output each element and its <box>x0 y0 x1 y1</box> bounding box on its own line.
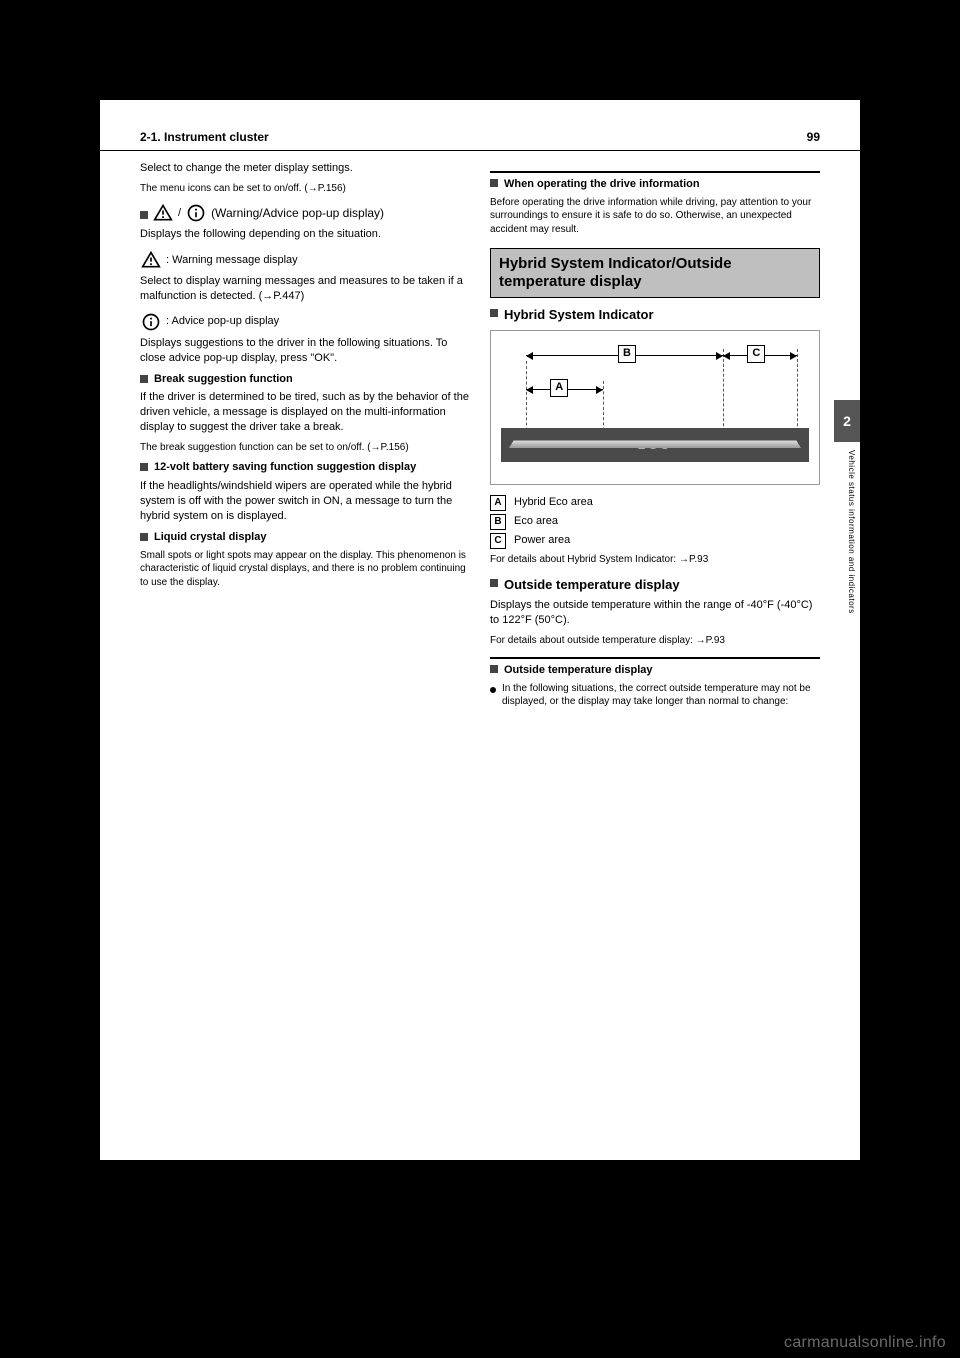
hsi-note: For details about Hybrid System Indicato… <box>490 553 820 567</box>
desc-row-b: B Eco area <box>490 514 820 530</box>
info-circle-icon <box>140 312 162 332</box>
chapter-tab: 2 <box>834 400 860 442</box>
info-circle-icon <box>185 203 207 223</box>
advice-label-text: : Advice pop-up display <box>166 314 279 329</box>
diagram-label-c: C <box>747 345 765 363</box>
manual-page: 2-1. Instrument cluster 99 2 Vehicle sta… <box>100 100 860 1160</box>
desc-row-c: C Power area <box>490 533 820 549</box>
caution-block: When operating the drive information Bef… <box>490 171 820 236</box>
warning-triangle-icon <box>152 203 174 223</box>
square-bullet-icon <box>490 309 498 317</box>
watermark: carmanualsonline.info <box>784 1334 946 1352</box>
label-mark-c: C <box>490 533 506 549</box>
page-number: 99 <box>807 130 820 144</box>
left-column: Select to change the meter display setti… <box>140 161 470 713</box>
outside-description: Displays the outside temperature within … <box>490 598 820 628</box>
outside-heading-text: Outside temperature display <box>504 576 680 594</box>
battery-description: If the headlights/windshield wipers are … <box>140 479 470 524</box>
temp-info-heading-text: Outside temperature display <box>504 663 653 678</box>
break-heading-text: Break suggestion function <box>154 372 293 387</box>
warning-triangle-icon <box>140 250 162 270</box>
square-bullet-icon <box>140 533 148 541</box>
caution-heading-text: When operating the drive information <box>504 177 700 192</box>
temp-info-heading: Outside temperature display <box>490 663 820 678</box>
square-bullet-icon <box>490 179 498 187</box>
battery-heading-text: 12-volt battery saving function suggesti… <box>154 460 416 475</box>
warning-label-text: : Warning message display <box>166 253 298 268</box>
outside-temp-heading: Outside temperature display <box>490 576 820 594</box>
icons-intro-text: Displays the following depending on the … <box>140 227 470 242</box>
disc-bullet-icon <box>490 687 496 693</box>
hsi-heading: Hybrid System Indicator <box>490 306 820 324</box>
label-mark-b: B <box>490 514 506 530</box>
temp-bullet-text: In the following situations, the correct… <box>502 682 820 709</box>
temp-info-bullet: In the following situations, the correct… <box>490 682 820 709</box>
lcd-heading: Liquid crystal display <box>140 530 470 545</box>
battery-heading: 12-volt battery saving function suggesti… <box>140 460 470 475</box>
lcd-description: Small spots or light spots may appear on… <box>140 549 470 590</box>
square-bullet-icon <box>140 211 148 219</box>
warning-advice-heading-text: (Warning/Advice pop-up display) <box>211 205 384 221</box>
desc-b: Eco area <box>514 514 558 529</box>
break-suggestion-heading: Break suggestion function <box>140 372 470 387</box>
hybrid-indicator-diagram: B C A ECO <box>490 330 820 485</box>
slash-separator: / <box>178 206 181 221</box>
page-header: 2-1. Instrument cluster 99 <box>100 100 860 151</box>
chapter-number: 2 <box>843 413 851 429</box>
settings-intro: Select to change the meter display setti… <box>140 161 470 176</box>
square-bullet-icon <box>490 579 498 587</box>
temp-info-block: Outside temperature display In the follo… <box>490 657 820 709</box>
right-column: When operating the drive information Bef… <box>490 161 820 713</box>
desc-row-a: A Hybrid Eco area <box>490 495 820 511</box>
square-bullet-icon <box>140 463 148 471</box>
square-bullet-icon <box>140 375 148 383</box>
menu-icon-note: The menu icons can be set to on/off. (→P… <box>140 182 470 196</box>
label-mark-a: A <box>490 495 506 511</box>
content-columns: Select to change the meter display setti… <box>100 151 860 733</box>
warning-description: Select to display warning messages and m… <box>140 274 470 304</box>
hsi-heading-text: Hybrid System Indicator <box>504 306 654 324</box>
chapter-side-title: Vehicle status information and indicator… <box>847 450 856 614</box>
advice-description: Displays suggestions to the driver in th… <box>140 336 470 366</box>
section-title-box: Hybrid System Indicator/Outside temperat… <box>490 248 820 298</box>
warning-advice-heading: / (Warning/Advice pop-up display) <box>140 203 470 223</box>
warning-label-row: : Warning message display <box>140 250 470 270</box>
caution-heading: When operating the drive information <box>490 177 820 192</box>
caution-text: Before operating the drive information w… <box>490 196 820 237</box>
diagram-label-b: B <box>618 345 636 363</box>
break-description: If the driver is determined to be tired,… <box>140 390 470 435</box>
break-note: The break suggestion function can be set… <box>140 441 470 455</box>
desc-a: Hybrid Eco area <box>514 495 593 510</box>
square-bullet-icon <box>490 665 498 673</box>
eco-indicator-bar <box>509 440 801 447</box>
diagram-label-a: A <box>550 379 568 397</box>
section-title-text: Hybrid System Indicator/Outside temperat… <box>499 255 732 290</box>
lcd-heading-text: Liquid crystal display <box>154 530 266 545</box>
section-path: 2-1. Instrument cluster <box>140 130 269 144</box>
desc-c: Power area <box>514 533 570 548</box>
advice-label-row: : Advice pop-up display <box>140 312 470 332</box>
outside-note: For details about outside temperature di… <box>490 634 820 648</box>
